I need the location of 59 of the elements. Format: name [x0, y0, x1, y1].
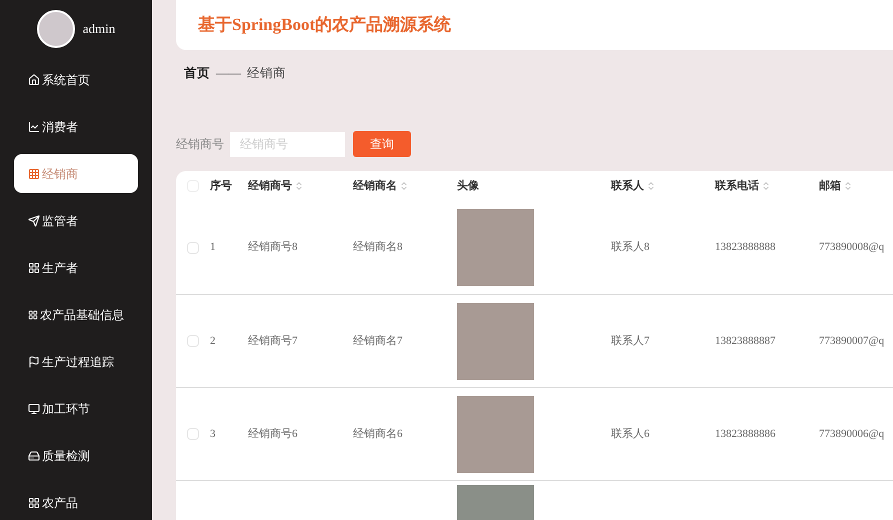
nav-item[interactable]: 生产过程追踪	[14, 342, 138, 381]
table-cell: 经销商名6	[353, 428, 402, 440]
breadcrumb-separator: ——	[216, 65, 241, 82]
table-cell: 经销商号8	[248, 241, 298, 254]
column-header: 联系电话	[715, 178, 759, 194]
table-cell: 13823888888	[715, 241, 776, 254]
column-header: 经销商号	[248, 178, 292, 194]
sort-icon[interactable]	[399, 181, 409, 191]
table-cell: 经销商号7	[248, 334, 298, 347]
sort-icon[interactable]	[294, 181, 304, 191]
column-header: 邮箱	[819, 178, 841, 194]
table-cell: 1	[210, 241, 216, 254]
breadcrumb-current: 经销商	[247, 65, 286, 82]
monitor-icon	[28, 402, 40, 414]
column-header: 序号	[210, 178, 232, 194]
table-cell: 773890008@q	[819, 241, 884, 254]
grid-icon	[28, 308, 38, 320]
drive-icon	[28, 450, 40, 462]
username: admin	[82, 20, 116, 38]
flag-icon	[28, 356, 40, 368]
row-checkbox[interactable]	[187, 335, 199, 347]
table-cell: 联系人6	[611, 428, 650, 440]
grid-icon	[28, 262, 40, 274]
grid-icon	[28, 496, 40, 508]
sort-icon[interactable]	[843, 181, 853, 191]
table-cell: 经销商名8	[353, 241, 402, 254]
nav-item[interactable]: 加工环节	[14, 389, 138, 428]
grid-icon	[28, 168, 40, 180]
table-cell: 773890007@q	[819, 334, 884, 347]
table-cell: 联系人7	[611, 334, 650, 347]
nav-item[interactable]: 质量检测	[14, 436, 138, 475]
row-checkbox[interactable]	[187, 428, 199, 440]
nav-item[interactable]: 系统首页	[14, 60, 138, 99]
row-checkbox[interactable]	[187, 242, 199, 254]
table-cell: 经销商号6	[248, 428, 298, 440]
sort-icon[interactable]	[761, 181, 771, 191]
table-cell: 13823888887	[715, 334, 776, 347]
nav-item[interactable]: 农产品	[14, 483, 138, 520]
nav-item[interactable]: 农产品基础信息	[14, 295, 138, 334]
search-label: 经销商号	[176, 136, 224, 153]
table-cell: 2	[210, 334, 216, 347]
system-title: 基于SpringBoot的农产品溯源系统	[198, 14, 452, 36]
paper-plane-icon	[28, 214, 40, 226]
nav-item[interactable]: 监管者	[14, 201, 138, 240]
table-cell: 经销商名7	[353, 334, 402, 347]
table-cell: 773890006@q	[819, 428, 884, 440]
column-header: 经销商名	[353, 178, 397, 194]
table-cell: 3	[210, 428, 216, 440]
breadcrumb-home[interactable]: 首页	[184, 64, 210, 83]
table-cell: 联系人8	[611, 241, 650, 254]
avatar	[36, 10, 75, 48]
column-header: 头像	[457, 178, 479, 194]
nav-item[interactable]: 消费者	[14, 107, 138, 146]
home-icon	[28, 74, 40, 86]
nav-item[interactable]: 生产者	[14, 248, 138, 287]
chart-icon	[28, 120, 40, 132]
sort-icon[interactable]	[646, 181, 656, 191]
table-cell: 13823888886	[715, 428, 776, 440]
column-header: 联系人	[611, 178, 644, 194]
